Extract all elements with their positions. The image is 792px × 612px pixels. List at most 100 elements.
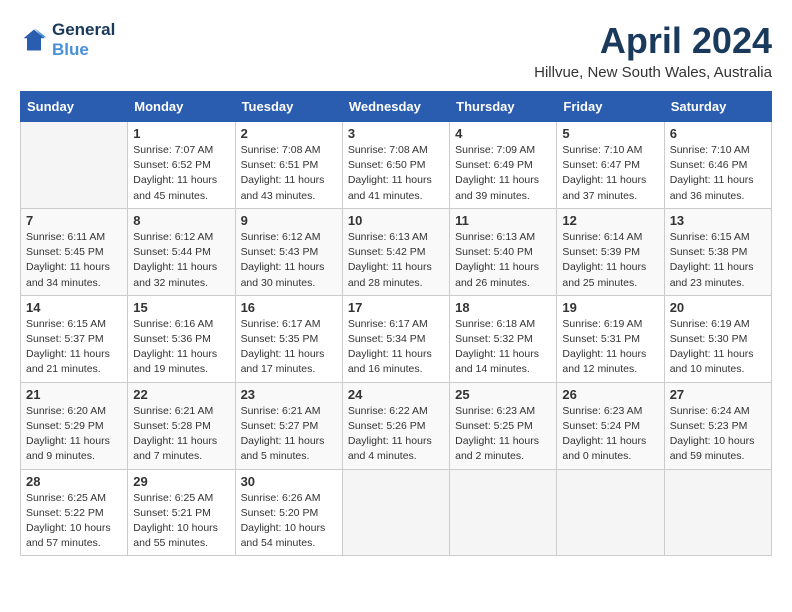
calendar-cell: 20 Sunrise: 6:19 AMSunset: 5:30 PMDayligh… bbox=[664, 295, 771, 382]
calendar-cell: 11 Sunrise: 6:13 AMSunset: 5:40 PMDayligh… bbox=[450, 208, 557, 295]
calendar-cell: 9Sunrise: 6:12 AMSunset: 5:43 PMDaylight… bbox=[235, 208, 342, 295]
day-info: Sunrise: 6:16 AMSunset: 5:36 PMDaylight:… bbox=[133, 317, 229, 378]
calendar-cell: 21Sunrise: 6:20 AMSunset: 5:29 PMDayligh… bbox=[21, 382, 128, 469]
calendar-cell: 14 Sunrise: 6:15 AMSunset: 5:37 PMDayligh… bbox=[21, 295, 128, 382]
calendar-cell: 4 Sunrise: 7:09 AMSunset: 6:49 PMDaylight… bbox=[450, 122, 557, 209]
day-info: Sunrise: 7:10 AMSunset: 6:46 PMDaylight:… bbox=[670, 143, 766, 204]
day-info: Sunrise: 7:09 AMSunset: 6:49 PMDaylight:… bbox=[455, 143, 551, 204]
day-number: 1 bbox=[133, 126, 229, 141]
day-info: Sunrise: 6:17 AMSunset: 5:35 PMDaylight:… bbox=[241, 317, 337, 378]
calendar-cell bbox=[664, 469, 771, 556]
day-number: 15 bbox=[133, 300, 229, 315]
day-info: Sunrise: 6:26 AMSunset: 5:20 PMDaylight:… bbox=[241, 491, 337, 552]
day-number: 14 bbox=[26, 300, 122, 315]
day-number: 4 bbox=[455, 126, 551, 141]
day-info: Sunrise: 7:07 AMSunset: 6:52 PMDaylight:… bbox=[133, 143, 229, 204]
day-number: 26 bbox=[562, 387, 658, 402]
day-info: Sunrise: 6:19 AMSunset: 5:30 PMDaylight:… bbox=[670, 317, 766, 378]
day-number: 6 bbox=[670, 126, 766, 141]
logo: General Blue bbox=[20, 20, 115, 61]
day-number: 30 bbox=[241, 474, 337, 489]
day-number: 8 bbox=[133, 213, 229, 228]
day-number: 23 bbox=[241, 387, 337, 402]
day-number: 13 bbox=[670, 213, 766, 228]
day-info: Sunrise: 6:12 AMSunset: 5:43 PMDaylight:… bbox=[241, 230, 337, 291]
calendar-cell: 16Sunrise: 6:17 AMSunset: 5:35 PMDayligh… bbox=[235, 295, 342, 382]
day-info: Sunrise: 6:24 AMSunset: 5:23 PMDaylight:… bbox=[670, 404, 766, 465]
weekday-header-thursday: Thursday bbox=[450, 92, 557, 122]
calendar-cell: 10 Sunrise: 6:13 AMSunset: 5:42 PMDayligh… bbox=[342, 208, 449, 295]
day-info: Sunrise: 6:19 AMSunset: 5:31 PMDaylight:… bbox=[562, 317, 658, 378]
day-info: Sunrise: 6:15 AMSunset: 5:38 PMDaylight:… bbox=[670, 230, 766, 291]
day-info: Sunrise: 6:23 AMSunset: 5:24 PMDaylight:… bbox=[562, 404, 658, 465]
day-info: Sunrise: 7:08 AMSunset: 6:51 PMDaylight:… bbox=[241, 143, 337, 204]
day-info: Sunrise: 6:23 AMSunset: 5:25 PMDaylight:… bbox=[455, 404, 551, 465]
calendar-cell: 24Sunrise: 6:22 AMSunset: 5:26 PMDayligh… bbox=[342, 382, 449, 469]
calendar-cell: 19 Sunrise: 6:19 AMSunset: 5:31 PMDayligh… bbox=[557, 295, 664, 382]
calendar-cell: 17 Sunrise: 6:17 AMSunset: 5:34 PMDayligh… bbox=[342, 295, 449, 382]
calendar-week-row: 14 Sunrise: 6:15 AMSunset: 5:37 PMDayligh… bbox=[21, 295, 772, 382]
day-info: Sunrise: 6:18 AMSunset: 5:32 PMDaylight:… bbox=[455, 317, 551, 378]
day-number: 12 bbox=[562, 213, 658, 228]
day-info: Sunrise: 6:17 AMSunset: 5:34 PMDaylight:… bbox=[348, 317, 444, 378]
day-info: Sunrise: 6:13 AMSunset: 5:42 PMDaylight:… bbox=[348, 230, 444, 291]
day-number: 25 bbox=[455, 387, 551, 402]
day-info: Sunrise: 6:25 AMSunset: 5:21 PMDaylight:… bbox=[133, 491, 229, 552]
day-number: 29 bbox=[133, 474, 229, 489]
day-number: 28 bbox=[26, 474, 122, 489]
day-info: Sunrise: 6:21 AMSunset: 5:28 PMDaylight:… bbox=[133, 404, 229, 465]
weekday-header-row: SundayMondayTuesdayWednesdayThursdayFrid… bbox=[21, 92, 772, 122]
day-number: 3 bbox=[348, 126, 444, 141]
day-number: 11 bbox=[455, 213, 551, 228]
day-number: 22 bbox=[133, 387, 229, 402]
day-info: Sunrise: 6:21 AMSunset: 5:27 PMDaylight:… bbox=[241, 404, 337, 465]
page-header: General Blue April 2024 Hillvue, New Sou… bbox=[20, 20, 772, 81]
weekday-header-wednesday: Wednesday bbox=[342, 92, 449, 122]
calendar-table: SundayMondayTuesdayWednesdayThursdayFrid… bbox=[20, 91, 772, 556]
calendar-cell: 7 Sunrise: 6:11 AMSunset: 5:45 PMDaylight… bbox=[21, 208, 128, 295]
calendar-cell: 30 Sunrise: 6:26 AMSunset: 5:20 PMDayligh… bbox=[235, 469, 342, 556]
logo-text: General Blue bbox=[52, 20, 115, 61]
weekday-header-sunday: Sunday bbox=[21, 92, 128, 122]
logo-icon bbox=[20, 26, 48, 54]
calendar-cell: 6 Sunrise: 7:10 AMSunset: 6:46 PMDaylight… bbox=[664, 122, 771, 209]
calendar-cell: 12Sunrise: 6:14 AMSunset: 5:39 PMDayligh… bbox=[557, 208, 664, 295]
calendar-cell: 13 Sunrise: 6:15 AMSunset: 5:38 PMDayligh… bbox=[664, 208, 771, 295]
day-info: Sunrise: 6:25 AMSunset: 5:22 PMDaylight:… bbox=[26, 491, 122, 552]
location: Hillvue, New South Wales, Australia bbox=[534, 64, 772, 81]
day-number: 5 bbox=[562, 126, 658, 141]
day-number: 7 bbox=[26, 213, 122, 228]
calendar-cell: 2 Sunrise: 7:08 AMSunset: 6:51 PMDaylight… bbox=[235, 122, 342, 209]
weekday-header-tuesday: Tuesday bbox=[235, 92, 342, 122]
calendar-cell: 26 Sunrise: 6:23 AMSunset: 5:24 PMDayligh… bbox=[557, 382, 664, 469]
day-number: 17 bbox=[348, 300, 444, 315]
calendar-week-row: 28 Sunrise: 6:25 AMSunset: 5:22 PMDayligh… bbox=[21, 469, 772, 556]
calendar-cell bbox=[450, 469, 557, 556]
day-info: Sunrise: 6:15 AMSunset: 5:37 PMDaylight:… bbox=[26, 317, 122, 378]
calendar-cell: 28 Sunrise: 6:25 AMSunset: 5:22 PMDayligh… bbox=[21, 469, 128, 556]
calendar-cell: 29 Sunrise: 6:25 AMSunset: 5:21 PMDayligh… bbox=[128, 469, 235, 556]
calendar-cell bbox=[21, 122, 128, 209]
calendar-cell: 1 Sunrise: 7:07 AMSunset: 6:52 PMDaylight… bbox=[128, 122, 235, 209]
calendar-cell bbox=[342, 469, 449, 556]
day-info: Sunrise: 6:20 AMSunset: 5:29 PMDaylight:… bbox=[26, 404, 122, 465]
calendar-cell: 23 Sunrise: 6:21 AMSunset: 5:27 PMDayligh… bbox=[235, 382, 342, 469]
day-info: Sunrise: 6:13 AMSunset: 5:40 PMDaylight:… bbox=[455, 230, 551, 291]
calendar-cell: 22 Sunrise: 6:21 AMSunset: 5:28 PMDayligh… bbox=[128, 382, 235, 469]
day-info: Sunrise: 6:22 AMSunset: 5:26 PMDaylight:… bbox=[348, 404, 444, 465]
calendar-cell: 5Sunrise: 7:10 AMSunset: 6:47 PMDaylight… bbox=[557, 122, 664, 209]
calendar-cell: 27Sunrise: 6:24 AMSunset: 5:23 PMDayligh… bbox=[664, 382, 771, 469]
day-info: Sunrise: 6:11 AMSunset: 5:45 PMDaylight:… bbox=[26, 230, 122, 291]
day-number: 10 bbox=[348, 213, 444, 228]
calendar-week-row: 1 Sunrise: 7:07 AMSunset: 6:52 PMDaylight… bbox=[21, 122, 772, 209]
weekday-header-monday: Monday bbox=[128, 92, 235, 122]
calendar-cell: 25 Sunrise: 6:23 AMSunset: 5:25 PMDayligh… bbox=[450, 382, 557, 469]
calendar-cell: 15 Sunrise: 6:16 AMSunset: 5:36 PMDayligh… bbox=[128, 295, 235, 382]
day-number: 20 bbox=[670, 300, 766, 315]
day-number: 2 bbox=[241, 126, 337, 141]
weekday-header-saturday: Saturday bbox=[664, 92, 771, 122]
day-number: 19 bbox=[562, 300, 658, 315]
weekday-header-friday: Friday bbox=[557, 92, 664, 122]
month-title: April 2024 bbox=[534, 20, 772, 62]
day-number: 18 bbox=[455, 300, 551, 315]
